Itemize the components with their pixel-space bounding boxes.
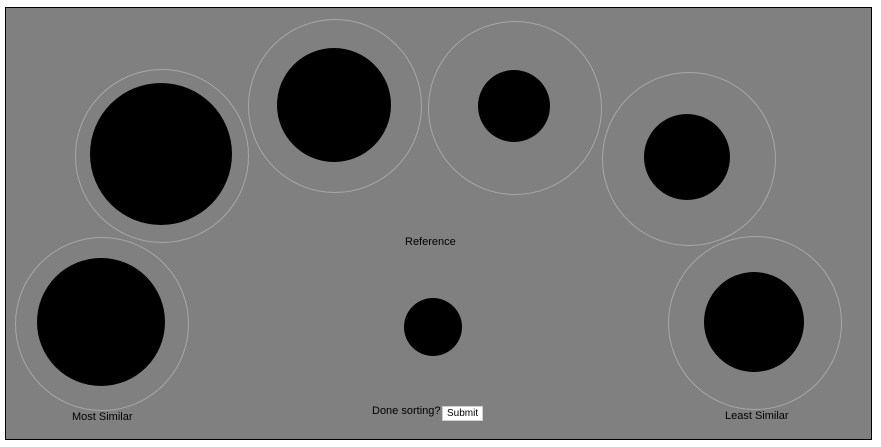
- submit-button[interactable]: Submit: [442, 406, 484, 421]
- least-similar-label: Least Similar: [725, 410, 789, 422]
- reference-label: Reference: [405, 236, 456, 248]
- done-sorting-prompt: Done sorting?: [372, 405, 441, 417]
- stimulus-disc-4[interactable]: [644, 114, 730, 200]
- stimulus-disc-3[interactable]: [478, 70, 550, 142]
- stimulus-disc-1[interactable]: [90, 83, 232, 225]
- stimulus-disc-least-similar[interactable]: [704, 272, 804, 372]
- reference-disc: [404, 298, 462, 356]
- most-similar-label: Most Similar: [72, 411, 133, 423]
- stimulus-disc-most-similar[interactable]: [37, 258, 165, 386]
- sorting-canvas: Reference Most Similar Least Similar Don…: [5, 7, 872, 440]
- stimulus-disc-2[interactable]: [277, 48, 391, 162]
